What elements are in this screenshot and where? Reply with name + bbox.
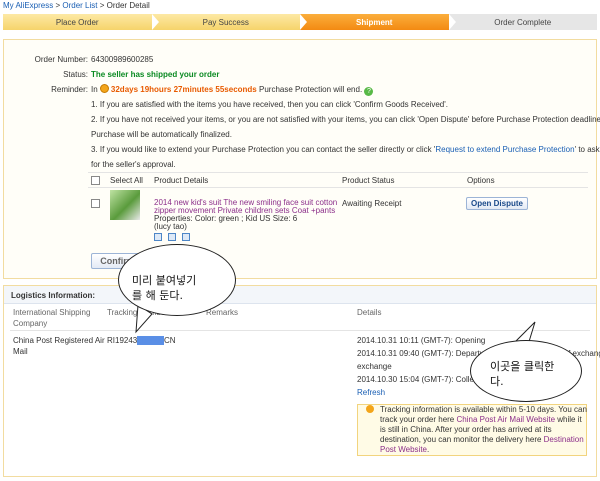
bubble-1-line-1: 미리 붙여넣기 bbox=[132, 274, 197, 287]
bubble-2-line-2: 다. bbox=[490, 375, 504, 388]
bubble-1-line-2: 를 해 둔다. bbox=[132, 289, 183, 302]
bubble-2-line-1: 이곳을 클릭한 bbox=[490, 360, 555, 373]
annotation-layer bbox=[135, 304, 536, 359]
